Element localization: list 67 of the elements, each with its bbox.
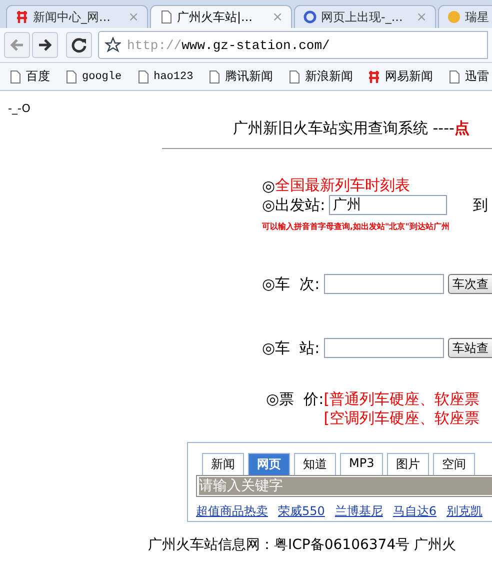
search-tab[interactable]: 知道 (294, 453, 336, 475)
forward-button[interactable] (32, 32, 58, 58)
reload-icon (71, 37, 87, 53)
field-label: 票 价: (279, 390, 324, 409)
page-icon (136, 70, 150, 84)
search-tab[interactable]: 新闻 (202, 453, 244, 475)
tab-title: 瑞星 (465, 8, 489, 26)
timetable-link[interactable]: 全国最新列车时刻表 (275, 176, 410, 195)
field-label: 车 次: (275, 274, 320, 294)
fare-link[interactable]: [空调列车硬座、软座票 (324, 409, 480, 428)
query-field[interactable] (324, 338, 444, 358)
logo-icon (15, 10, 29, 24)
page-title: 广州新旧火车站实用查询系统 ---- (233, 119, 454, 137)
url-text: http://www.gz-station.com/ (127, 38, 330, 52)
page-icon (8, 70, 22, 84)
hot-link[interactable]: 兰博基尼 (334, 503, 383, 520)
bookmark[interactable]: 迅雷 (447, 68, 490, 85)
hint-text: 可以输入拼音首字母查询,如出发站"北京"到达站广州 (262, 221, 450, 232)
bookmark[interactable]: hao123 (136, 70, 194, 84)
browser-tab[interactable]: 网页上出现-_... × (294, 5, 436, 28)
bookmark[interactable]: google (64, 70, 122, 84)
bookmark[interactable]: 新浪新闻 (287, 68, 354, 85)
page-icon (207, 70, 222, 84)
field-label: 出发站: (275, 196, 326, 214)
fare-link[interactable]: [普通列车硬座、软座票 (324, 390, 480, 409)
browser-tab[interactable]: 瑞星 (438, 5, 492, 28)
query-button[interactable]: 车站查 (448, 338, 492, 358)
browser-tab[interactable]: 广州火车站|... × (150, 5, 292, 28)
page-icon (447, 70, 462, 84)
search-tab[interactable]: 图片 (387, 453, 430, 475)
browser-tab[interactable]: 新闻中心_网... × (6, 5, 148, 28)
query-field[interactable] (324, 274, 444, 294)
search-field[interactable]: 请输入关键字 (196, 475, 492, 497)
page-icon (159, 10, 173, 24)
corner-text: -_-O (7, 101, 32, 115)
query-button[interactable]: 车次查 (448, 274, 492, 294)
field-label: 车 站: (275, 338, 320, 358)
departure-field[interactable]: 广州 (329, 195, 448, 215)
footer-text: 广州火车站信息网：粤ICP备06106374号 广州火 (147, 536, 458, 554)
star-icon[interactable] (105, 37, 121, 53)
tab-title: 新闻中心_网... (33, 8, 112, 26)
title-link[interactable]: 点 (454, 119, 470, 137)
logo-icon (367, 70, 382, 84)
bookmark[interactable]: 腾讯新闻 (207, 68, 274, 85)
reload-button[interactable] (66, 32, 92, 58)
search-tab[interactable]: MP3 (340, 453, 384, 475)
bookmark[interactable]: 网易新闻 (367, 68, 434, 85)
radio-marker: ◎ (266, 390, 280, 408)
radio-marker: ◎ (262, 196, 276, 214)
bookmark[interactable]: 百度 (8, 68, 50, 85)
hot-link[interactable]: 马自达6 (392, 503, 437, 520)
search-tab[interactable]: 空间 (433, 453, 476, 475)
field-label: 到 (473, 196, 488, 214)
page-icon (287, 70, 302, 84)
left-arrow-icon (9, 37, 25, 53)
radio-marker: ◎ (262, 176, 276, 194)
search-tab[interactable]: 网页 (248, 453, 290, 475)
hot-link[interactable]: 荣威550 (278, 503, 325, 520)
radio-marker: ◎ (262, 275, 276, 293)
hot-link[interactable]: 别克凯 (446, 503, 483, 520)
page-icon (64, 70, 78, 84)
radio-marker: ◎ (262, 339, 276, 357)
hot-link[interactable]: 超值商品热卖 (196, 503, 268, 520)
right-arrow-icon (37, 37, 53, 53)
tab-title: 广州火车站|... (177, 8, 254, 26)
tab-title: 网页上出现-_... (321, 8, 404, 26)
address-bar[interactable]: http://www.gz-station.com/ (98, 31, 488, 59)
